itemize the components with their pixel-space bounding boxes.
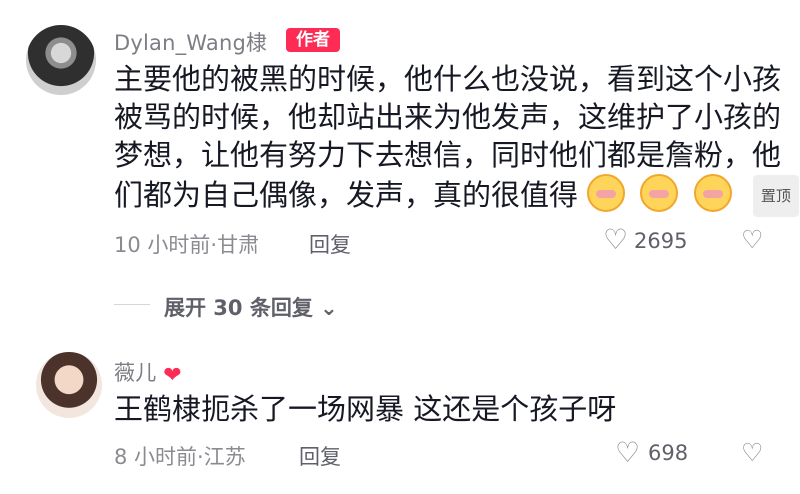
comment-meta: 8 小时前·江苏 [114,445,246,469]
heart-outline-icon[interactable]: ♡ [615,436,640,469]
like-count: 2695 [634,229,688,253]
reply-button[interactable]: 回复 [299,441,341,471]
expand-replies-label: 展开 30 条回复 [164,296,313,320]
avatar-dylan[interactable] [26,25,96,95]
comment-username-text: 薇儿 [114,361,157,385]
comment-line-4: 们都为自己偶像，发声，真的很值得 置顶 [114,174,799,217]
comment-line-4-text: 们都为自己偶像，发声，真的很值得 [114,178,579,212]
replies-divider [114,304,150,305]
pin-badge: 置顶 [752,175,799,217]
expand-replies-button[interactable]: 展开 30 条回复 ⌄ [164,292,338,322]
crying-face-emoji [693,174,732,212]
red-heart-icon: ❤ [163,363,182,388]
broken-heart-icon[interactable]: ♡ [741,438,763,467]
crying-face-emoji [587,174,626,212]
comment-username[interactable]: 薇儿 ❤ [114,357,182,388]
chevron-down-icon: ⌄ [320,296,338,320]
like-count: 698 [648,441,689,465]
reply-button[interactable]: 回复 [309,229,351,259]
heart-outline-icon[interactable]: ♡ [603,223,628,256]
comment-line-3: 梦想，让他有努力下去想信，同时他们都是詹粉，他 [114,138,782,172]
comment-meta: 10 小时前·甘肃 [114,233,260,257]
comment-username[interactable]: Dylan_Wang棣 [114,27,267,57]
comment-line-2: 被骂的时候，他却站出来为他发声，这维护了小孩的 [114,100,782,134]
author-badge: 作者 [286,28,340,52]
comment-line-1: 王鹤棣扼杀了一场网暴 这还是个孩子呀 [114,392,617,426]
crying-face-emoji [640,174,679,212]
avatar-weier[interactable] [36,352,102,418]
comment-line-1: 主要他的被黑的时候，他什么也没说，看到这个小孩 [114,62,782,96]
broken-heart-icon[interactable]: ♡ [741,225,763,254]
